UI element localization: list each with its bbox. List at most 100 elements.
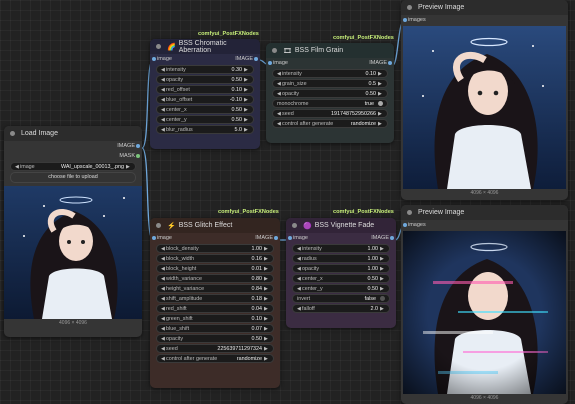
widget-red-offset[interactable]: ◀ red_offset 0.10 ▶ xyxy=(156,85,254,94)
output-port-dot[interactable] xyxy=(388,61,392,65)
widget-intensity[interactable]: ◀ intensity 0.10 ▶ xyxy=(272,69,388,78)
collapse-dot[interactable] xyxy=(156,223,161,228)
vignette-header[interactable]: 🟣 BSS Vignette Fade xyxy=(286,218,396,233)
widget-height-variance[interactable]: ◀ height_variance 0.84 ▶ xyxy=(156,284,274,293)
toggle-indicator[interactable] xyxy=(378,101,383,106)
right-arrow-icon[interactable]: ▶ xyxy=(264,346,269,352)
right-arrow-icon[interactable]: ▶ xyxy=(264,316,269,322)
widget-opacity[interactable]: ◀ opacity 0.50 ▶ xyxy=(272,89,388,98)
right-arrow-icon[interactable]: ▶ xyxy=(244,97,249,103)
right-arrow-icon[interactable]: ▶ xyxy=(378,71,383,77)
load-image-header[interactable]: Load Image xyxy=(4,126,142,141)
widget-radius[interactable]: ◀ radius 1.00 ▶ xyxy=(292,254,390,263)
widget-seed[interactable]: ◀ seed 225639711297324 ▶ xyxy=(156,344,274,353)
widget-block-width[interactable]: ◀ block_width 0.16 ▶ xyxy=(156,254,274,263)
input-port-dot[interactable] xyxy=(288,236,292,240)
widget-opacity[interactable]: ◀ opacity 0.50 ▶ xyxy=(156,334,274,343)
input-port[interactable]: images xyxy=(401,220,568,230)
preview-image-node-2[interactable]: Preview Image images 4096 × 4096 xyxy=(401,205,568,404)
collapse-dot[interactable] xyxy=(10,131,15,136)
widget-width-variance[interactable]: ◀ width_variance 0.80 ▶ xyxy=(156,274,274,283)
widget-green-shift[interactable]: ◀ green_shift 0.10 ▶ xyxy=(156,314,274,323)
right-arrow-icon[interactable]: ▶ xyxy=(264,256,269,262)
widget-control-after-generate[interactable]: ◀ control after generate randomize ▶ xyxy=(272,119,388,128)
film-grain-node[interactable]: 🎞 BSS Film Grain image IMAGE ◀ intensity 0… xyxy=(266,43,394,143)
widget-intensity[interactable]: ◀ intensity 0.30 ▶ xyxy=(156,65,254,74)
toggle-invert[interactable]: invert false xyxy=(292,294,390,303)
widget-opacity[interactable]: ◀ opacity 1.00 ▶ xyxy=(292,264,390,273)
io-ports[interactable]: image IMAGE xyxy=(266,58,394,68)
right-arrow-icon[interactable]: ▶ xyxy=(244,77,249,83)
right-arrow-icon[interactable]: ▶ xyxy=(244,67,249,73)
right-arrow-icon[interactable]: ▶ xyxy=(126,164,131,170)
vignette-fade-node[interactable]: 🟣 BSS Vignette Fade image IMAGE ◀ intensi… xyxy=(286,218,396,328)
right-arrow-icon[interactable]: ▶ xyxy=(244,117,249,123)
right-arrow-icon[interactable]: ▶ xyxy=(264,266,269,272)
right-arrow-icon[interactable]: ▶ xyxy=(264,326,269,332)
widget-center-x[interactable]: ◀ center_x 0.50 ▶ xyxy=(156,105,254,114)
upload-button[interactable]: choose file to upload xyxy=(10,172,136,183)
widget-blue-offset[interactable]: ◀ blue_offset -0.10 ▶ xyxy=(156,95,254,104)
toggle-indicator[interactable] xyxy=(380,296,385,301)
right-arrow-icon[interactable]: ▶ xyxy=(264,356,269,362)
widget-center-y[interactable]: ◀ center_y 0.50 ▶ xyxy=(156,115,254,124)
right-arrow-icon[interactable]: ▶ xyxy=(380,306,385,312)
preview-header[interactable]: Preview Image xyxy=(401,205,568,220)
output-port-image[interactable]: IMAGE xyxy=(4,141,142,151)
right-arrow-icon[interactable]: ▶ xyxy=(264,336,269,342)
input-port-dot[interactable] xyxy=(152,236,156,240)
input-port-dot[interactable] xyxy=(403,18,407,22)
widget-center-y[interactable]: ◀ center_y 0.50 ▶ xyxy=(292,284,390,293)
image-select-widget[interactable]: ◀ image WAI_upscale_00013_.png ▶ xyxy=(10,162,136,171)
input-port[interactable]: images xyxy=(401,15,568,25)
film-grain-header[interactable]: 🎞 BSS Film Grain xyxy=(266,43,394,58)
right-arrow-icon[interactable]: ▶ xyxy=(378,81,383,87)
widget-blur-radius[interactable]: ◀ blur_radius 5.0 ▶ xyxy=(156,125,254,134)
right-arrow-icon[interactable]: ▶ xyxy=(244,127,249,133)
widget-block-height[interactable]: ◀ block_height 0.01 ▶ xyxy=(156,264,274,273)
collapse-dot[interactable] xyxy=(272,48,277,53)
right-arrow-icon[interactable]: ▶ xyxy=(380,266,385,272)
right-arrow-icon[interactable]: ▶ xyxy=(378,91,383,97)
widget-control-after-generate[interactable]: ◀ control after generate randomize ▶ xyxy=(156,354,274,363)
collapse-dot[interactable] xyxy=(156,44,161,49)
toggle-monochrome[interactable]: monochrome true xyxy=(272,99,388,108)
right-arrow-icon[interactable]: ▶ xyxy=(264,296,269,302)
glitch-header[interactable]: ⚡ BSS Glitch Effect xyxy=(150,218,280,233)
widget-shift-amplitude[interactable]: ◀ shift_amplitude 0.18 ▶ xyxy=(156,294,274,303)
port-dot[interactable] xyxy=(136,154,140,158)
right-arrow-icon[interactable]: ▶ xyxy=(378,111,383,117)
widget-block-density[interactable]: ◀ block_density 1.00 ▶ xyxy=(156,244,274,253)
widget-red-shift[interactable]: ◀ red_shift 0.04 ▶ xyxy=(156,304,274,313)
preview-image-node-1[interactable]: Preview Image images 4096 × 4096 xyxy=(401,0,568,200)
widget-intensity[interactable]: ◀ intensity 1.00 ▶ xyxy=(292,244,390,253)
preview-header[interactable]: Preview Image xyxy=(401,0,568,15)
collapse-dot[interactable] xyxy=(407,210,412,215)
widget-falloff[interactable]: ◀ falloff 2.0 ▶ xyxy=(292,304,390,313)
io-ports[interactable]: image IMAGE xyxy=(286,233,396,243)
right-arrow-icon[interactable]: ▶ xyxy=(378,121,383,127)
io-ports[interactable]: image IMAGE xyxy=(150,233,280,243)
glitch-effect-node[interactable]: ⚡ BSS Glitch Effect image IMAGE ◀ block_d… xyxy=(150,218,280,388)
collapse-dot[interactable] xyxy=(292,223,297,228)
widget-center-x[interactable]: ◀ center_x 0.50 ▶ xyxy=(292,274,390,283)
widget-opacity[interactable]: ◀ opacity 0.50 ▶ xyxy=(156,75,254,84)
widget-blue-shift[interactable]: ◀ blue_shift 0.07 ▶ xyxy=(156,324,274,333)
right-arrow-icon[interactable]: ▶ xyxy=(264,306,269,312)
right-arrow-icon[interactable]: ▶ xyxy=(380,276,385,282)
io-ports[interactable]: image IMAGE xyxy=(150,54,260,64)
output-port-dot[interactable] xyxy=(390,236,394,240)
input-port-dot[interactable] xyxy=(403,223,407,227)
chromatic-aberration-node[interactable]: 🌈 BSS Chromatic Aberration image IMAGE ◀… xyxy=(150,39,260,149)
input-port-dot[interactable] xyxy=(268,61,272,65)
output-port-dot[interactable] xyxy=(274,236,278,240)
collapse-dot[interactable] xyxy=(407,5,412,10)
right-arrow-icon[interactable]: ▶ xyxy=(264,286,269,292)
load-image-node[interactable]: Load Image IMAGE MASK ◀ image WAI_upscal… xyxy=(4,126,142,337)
right-arrow-icon[interactable]: ▶ xyxy=(264,246,269,252)
right-arrow-icon[interactable]: ▶ xyxy=(380,286,385,292)
right-arrow-icon[interactable]: ▶ xyxy=(380,246,385,252)
output-port-mask[interactable]: MASK xyxy=(4,151,142,161)
output-port-dot[interactable] xyxy=(254,57,258,61)
right-arrow-icon[interactable]: ▶ xyxy=(380,256,385,262)
